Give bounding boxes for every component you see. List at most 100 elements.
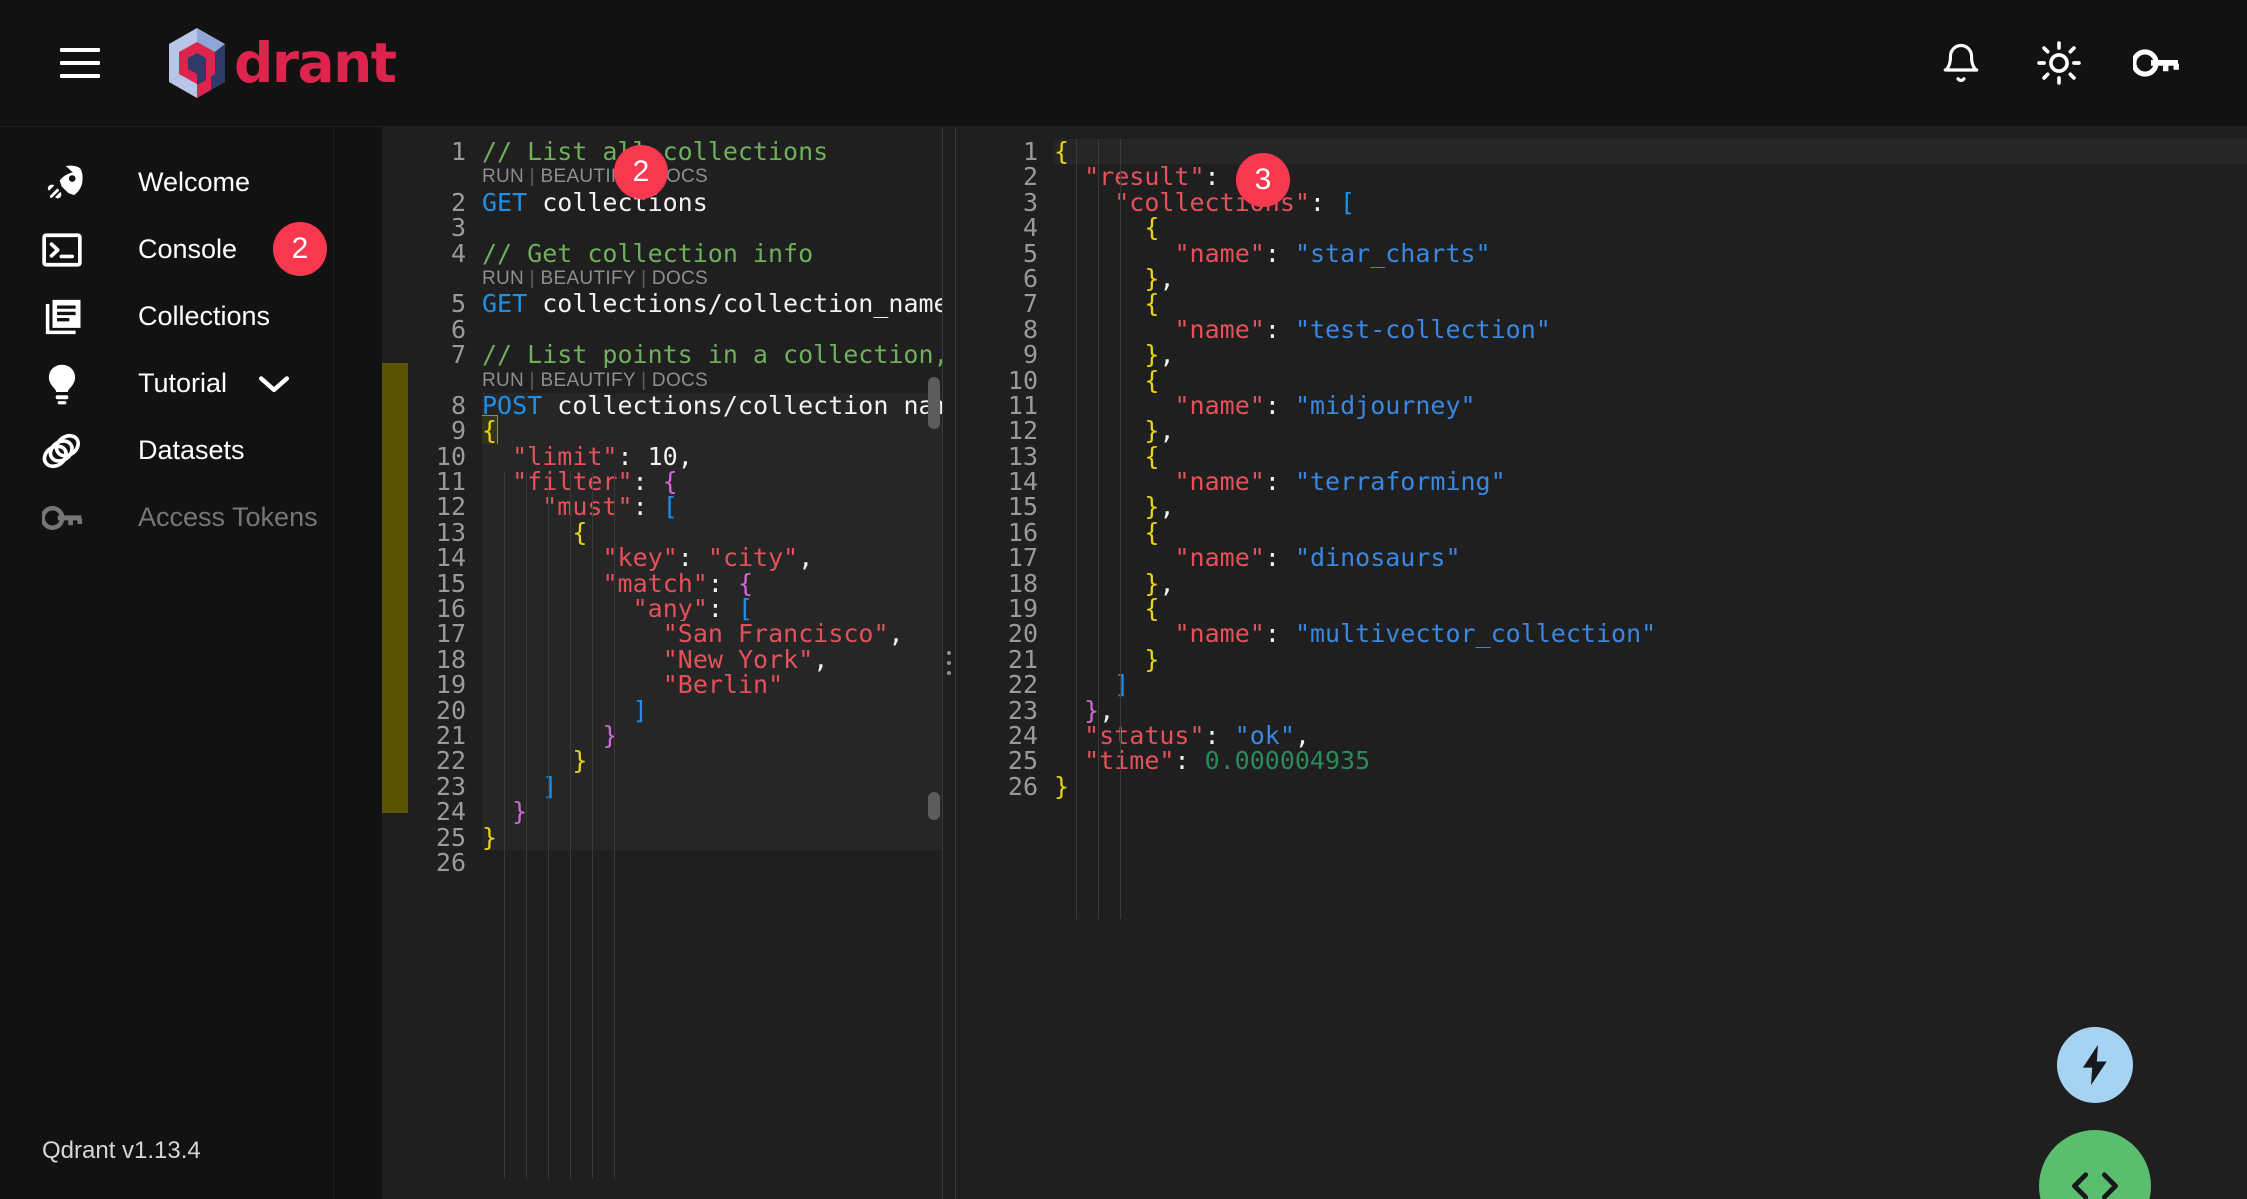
line-number: 8	[1022, 314, 1038, 344]
indent-guide	[592, 472, 593, 1179]
response-line: {	[1144, 213, 1160, 243]
request-action-links[interactable]: RUN | BEAUTIFY | DOCS	[482, 164, 942, 189]
run-request-fab[interactable]	[2057, 1027, 2133, 1103]
request-body-line: "New York",	[482, 647, 942, 673]
sidebar-item-welcome[interactable]: Welcome	[0, 149, 333, 216]
sidebar-item-label: Collections	[138, 301, 271, 331]
sidebar-item-datasets[interactable]: Datasets	[0, 417, 333, 484]
line-number: 23	[435, 771, 466, 801]
line-number: 26	[435, 847, 466, 877]
line-number: 21	[1007, 644, 1038, 674]
line-number: 2	[1022, 162, 1038, 192]
qdrant-logo-icon	[169, 28, 225, 98]
line-number: 5	[450, 289, 466, 319]
response-line: {	[1144, 441, 1160, 471]
request-line: GET collections/collection_name	[482, 289, 942, 319]
response-line: "name": "multivector_collection"	[1174, 619, 1657, 649]
code-comment-line: // Get collection info	[482, 238, 814, 268]
line-number: 20	[435, 695, 466, 725]
rocket-icon	[42, 162, 88, 204]
line-number: 11	[435, 467, 466, 497]
request-editor-pane[interactable]: 1 2 3 4 5 6 7 8 9 10 11 12 13 14 15 16 17 18 19 20 21 22 23 24 2…	[334, 127, 942, 1199]
line-number: 1	[450, 137, 466, 166]
docs-link[interactable]: DOCS	[652, 370, 708, 391]
gutter-spacer	[408, 368, 466, 393]
request-line: POST collections/collection_name/points/…	[482, 393, 942, 419]
indent-guide	[570, 472, 571, 1179]
line-number: 25	[1007, 746, 1038, 776]
sidebar-item-access-tokens[interactable]: Access Tokens	[0, 484, 333, 551]
request-body-line: }	[482, 723, 942, 749]
response-line: ]	[1114, 670, 1130, 700]
line-number: 15	[435, 568, 466, 598]
drag-dots-icon	[947, 651, 951, 675]
sidebar-nav: Welcome Console 2 Collections Tutorial D…	[0, 127, 333, 551]
line-number: 4	[450, 238, 466, 268]
terminal-icon	[42, 232, 88, 268]
qdrant-web-ui: drant Welcome Console 2 Collections Tuto…	[0, 0, 2247, 1199]
request-code-area[interactable]: // List all collectionsRUN | BEAUTIFY | …	[482, 127, 942, 1199]
hamburger-menu-icon[interactable]	[60, 40, 106, 86]
response-line: }	[1054, 771, 1070, 801]
request-scrollbar-thumb-bottom[interactable]	[928, 792, 940, 820]
request-body-line: }	[482, 799, 942, 825]
theme-sun-icon[interactable]	[2035, 39, 2083, 87]
request-action-links[interactable]: RUN | BEAUTIFY | DOCS	[482, 368, 942, 393]
notifications-bell-icon[interactable]	[1937, 39, 1985, 87]
line-number: 7	[450, 340, 466, 370]
run-link[interactable]: RUN	[482, 268, 524, 289]
line-number: 15	[1007, 492, 1038, 522]
line-number: 14	[435, 543, 466, 573]
lightning-bolt-icon	[2082, 1044, 2107, 1086]
response-viewer-pane[interactable]: 1 2 3 4 5 6 7 8 9 10 11 12 13 14 15 16 17 18 19 20 21 22 23 24 2…	[956, 127, 2247, 1199]
response-line: "collections": [	[1114, 187, 1356, 217]
sidebar-item-collections[interactable]: Collections	[0, 283, 333, 350]
response-line: },	[1084, 695, 1115, 725]
request-body-line: ]	[482, 774, 942, 800]
response-line: "result": {	[1084, 162, 1250, 192]
beautify-link[interactable]: BEAUTIFY	[541, 268, 636, 289]
api-key-icon[interactable]	[2133, 39, 2181, 87]
beautify-link[interactable]: BEAUTIFY	[541, 370, 636, 391]
qdrant-logo[interactable]: drant	[164, 28, 397, 98]
code-comment-line: // List points in a collection, using fi…	[482, 340, 942, 370]
response-line: "time": 0.000004935	[1084, 746, 1371, 776]
run-link[interactable]: RUN	[482, 370, 524, 391]
response-line: {	[1144, 289, 1160, 319]
line-number: 3	[1022, 187, 1038, 217]
line-number: 23	[1007, 695, 1038, 725]
pane-resize-handle[interactable]	[942, 127, 956, 1199]
request-body-line: "key": "city",	[482, 545, 942, 571]
request-body-line: }	[482, 824, 942, 850]
response-line: "name": "midjourney"	[1174, 390, 1476, 420]
gutter-spacer	[408, 266, 466, 291]
console-workspace: 1 2 3 4 5 6 7 8 9 10 11 12 13 14 15 16 17 18 19 20 21 22 23 24 2…	[334, 127, 2247, 1199]
request-scrollbar[interactable]	[928, 377, 940, 429]
line-number: 20	[1007, 619, 1038, 649]
line-number: 9	[450, 416, 466, 446]
request-action-links[interactable]: RUN | BEAUTIFY | DOCS	[482, 266, 942, 291]
docs-link[interactable]: DOCS	[652, 268, 708, 289]
response-line: "name": "terraforming"	[1174, 467, 1506, 497]
response-line: },	[1144, 568, 1175, 598]
line-number: 14	[1007, 467, 1038, 497]
response-line: {	[1144, 517, 1160, 547]
sidebar-item-tutorial[interactable]: Tutorial	[0, 350, 333, 417]
line-number: 19	[1007, 594, 1038, 624]
annotation-badge-2: 2	[614, 145, 668, 199]
response-line: "status": "ok",	[1084, 720, 1310, 750]
response-line: {	[1144, 365, 1160, 395]
burger-line	[60, 74, 100, 78]
code-comment-line: // List all collections	[482, 137, 829, 166]
sidebar-item-console[interactable]: Console 2	[0, 216, 333, 283]
line-number: 16	[435, 594, 466, 624]
line-number: 7	[1022, 289, 1038, 319]
burger-line	[60, 61, 100, 65]
annotation-badge-1: 2	[273, 222, 327, 276]
chevron-down-icon[interactable]	[257, 373, 291, 395]
sidebar-item-label: Datasets	[138, 435, 245, 465]
run-link[interactable]: RUN	[482, 166, 524, 187]
line-number: 11	[1007, 390, 1038, 420]
